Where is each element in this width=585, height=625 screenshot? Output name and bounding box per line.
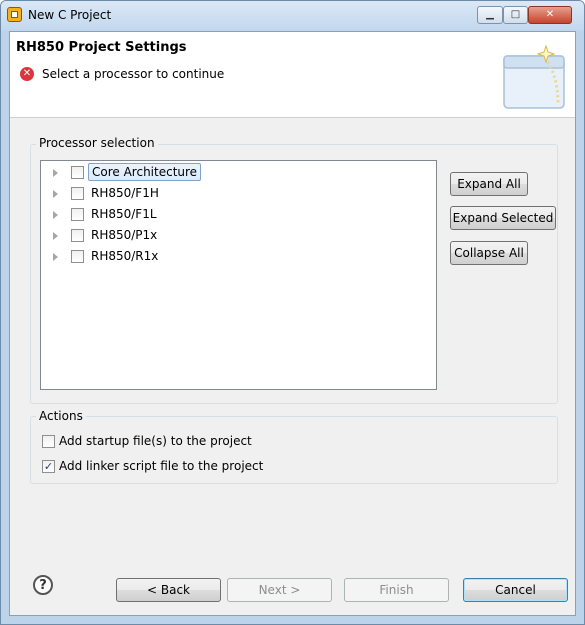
- tree-item-rh850-r1x[interactable]: RH850/R1x: [41, 247, 241, 267]
- expand-arrow-icon[interactable]: [53, 169, 58, 177]
- tree-item-core-architecture[interactable]: Core Architecture: [41, 163, 241, 183]
- tree-item-checkbox[interactable]: [71, 250, 84, 263]
- new-c-project-dialog: New C Project ▁ □ ✕ RH850 Project Settin…: [0, 0, 585, 625]
- tree-item-label: RH850/R1x: [91, 249, 159, 263]
- cancel-button[interactable]: Cancel: [463, 578, 568, 602]
- wizard-header: RH850 Project Settings ✕ Select a proces…: [10, 32, 575, 118]
- processor-selection-legend: Processor selection: [36, 136, 158, 150]
- startup-files-label: Add startup file(s) to the project: [59, 434, 252, 448]
- error-icon: ✕: [20, 67, 34, 81]
- back-button[interactable]: < Back: [116, 578, 221, 602]
- linker-script-label: Add linker script file to the project: [59, 459, 264, 473]
- tree-item-label: Core Architecture: [88, 163, 202, 181]
- tree-item-checkbox[interactable]: [71, 166, 84, 179]
- window-title: New C Project: [28, 8, 112, 22]
- startup-files-option[interactable]: Add startup file(s) to the project: [42, 433, 302, 451]
- close-button[interactable]: ✕: [528, 6, 572, 24]
- actions-legend: Actions: [36, 409, 86, 423]
- expand-all-button[interactable]: Expand All: [450, 172, 528, 196]
- title-bar[interactable]: New C Project ▁ □ ✕: [1, 1, 584, 31]
- expand-selected-button[interactable]: Expand Selected: [450, 206, 556, 230]
- next-button[interactable]: Next >: [227, 578, 332, 602]
- tree-item-rh850-f1l[interactable]: RH850/F1L: [41, 205, 241, 225]
- help-icon[interactable]: ?: [33, 575, 53, 595]
- tree-item-rh850-p1x[interactable]: RH850/P1x: [41, 226, 241, 246]
- maximize-button[interactable]: □: [503, 6, 528, 24]
- finish-button[interactable]: Finish: [344, 578, 449, 602]
- tree-item-label: RH850/F1H: [91, 186, 159, 200]
- collapse-all-button[interactable]: Collapse All: [450, 241, 528, 265]
- dialog-body: RH850 Project Settings ✕ Select a proces…: [9, 31, 576, 616]
- tree-item-checkbox[interactable]: [71, 208, 84, 221]
- page-title: RH850 Project Settings: [16, 40, 187, 55]
- startup-files-checkbox[interactable]: [42, 435, 55, 448]
- linker-script-checkbox[interactable]: ✓: [42, 460, 55, 473]
- wizard-banner-icon: [503, 44, 565, 109]
- expand-arrow-icon[interactable]: [53, 253, 58, 261]
- expand-arrow-icon[interactable]: [53, 232, 58, 240]
- app-icon: [7, 7, 22, 22]
- tree-item-label: RH850/F1L: [91, 207, 157, 221]
- status-message: Select a processor to continue: [42, 67, 225, 81]
- tree-item-rh850-f1h[interactable]: RH850/F1H: [41, 184, 241, 204]
- tree-item-checkbox[interactable]: [71, 187, 84, 200]
- linker-script-option[interactable]: ✓ Add linker script file to the project: [42, 458, 302, 476]
- minimize-button[interactable]: ▁: [477, 6, 503, 24]
- tree-item-label: RH850/P1x: [91, 228, 158, 242]
- processor-tree[interactable]: Core Architecture RH850/F1H RH850/F1L RH…: [40, 160, 437, 390]
- tree-item-checkbox[interactable]: [71, 229, 84, 242]
- expand-arrow-icon[interactable]: [53, 190, 58, 198]
- expand-arrow-icon[interactable]: [53, 211, 58, 219]
